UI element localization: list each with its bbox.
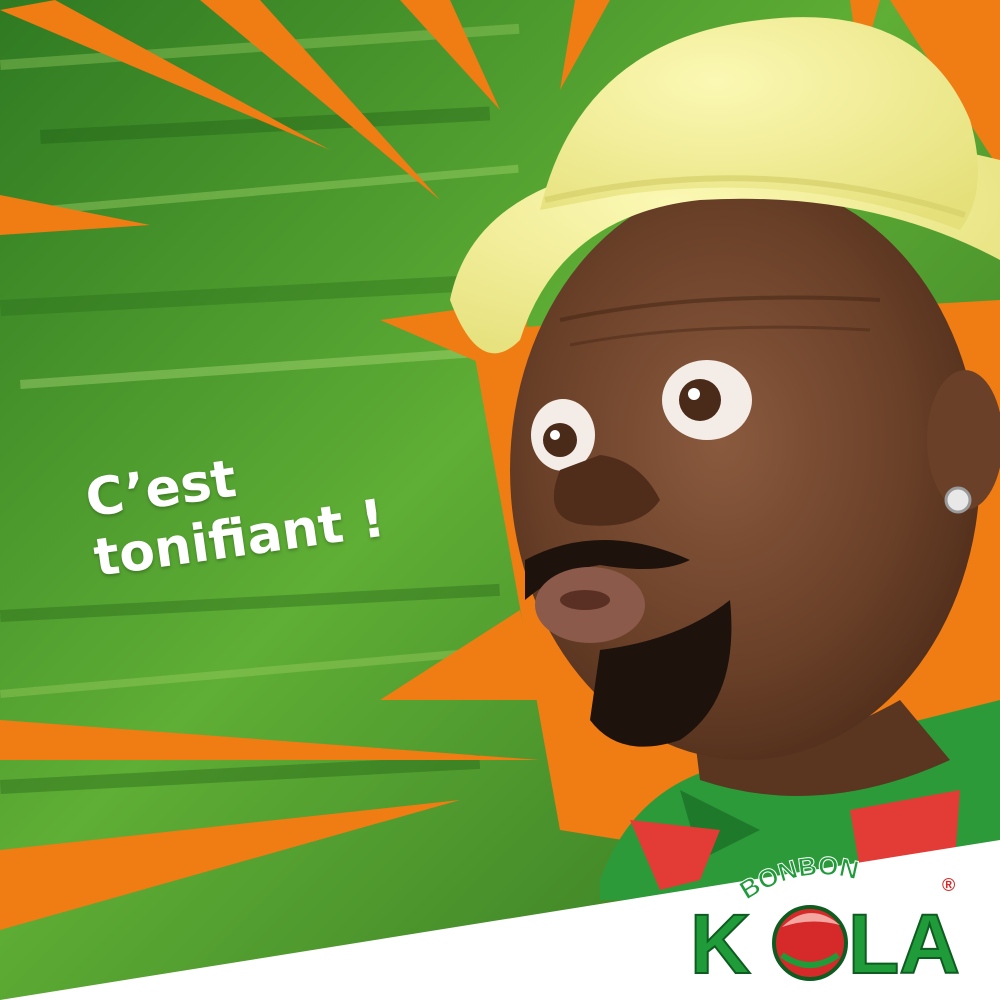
logo-la-letters: LA (848, 897, 960, 985)
registered-mark: ® (942, 875, 955, 895)
earring (944, 486, 972, 514)
logo-bonbon-text: BONBON (734, 850, 861, 905)
logo-k-letter: K (690, 897, 751, 985)
kola-nut-icon (772, 905, 848, 981)
bonbon-kola-logo: BONBON K LA ® (690, 850, 961, 985)
